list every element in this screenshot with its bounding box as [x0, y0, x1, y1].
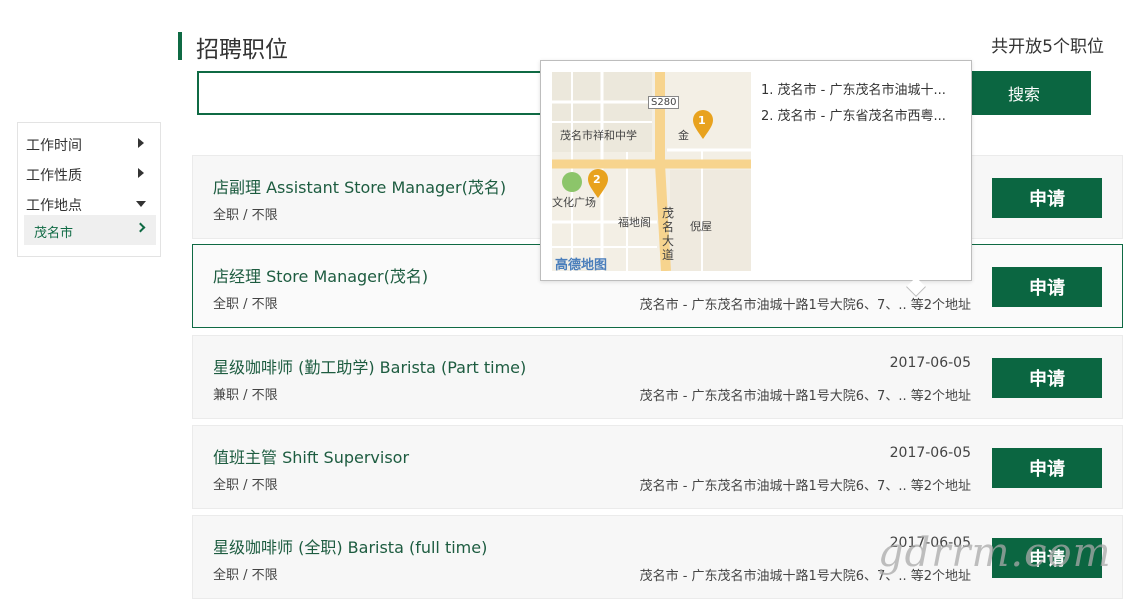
- job-title[interactable]: 店经理 Store Manager(茂名): [213, 263, 428, 287]
- filter-sidebar: 工作时间 工作性质 工作地点 茂名市: [17, 122, 161, 257]
- apply-button[interactable]: 申请: [992, 448, 1102, 488]
- filter-work-type[interactable]: 工作性质: [26, 162, 152, 186]
- filter-sub-label: 茂名市: [34, 226, 74, 241]
- map-label-jin: 金: [678, 129, 689, 142]
- job-title[interactable]: 星级咖啡师 (全职) Barista (full time): [213, 534, 487, 558]
- job-location[interactable]: 茂名市 - 广东茂名市油城十路1号大院6、7、.. 等2个地址: [640, 475, 971, 494]
- job-location[interactable]: 茂名市 - 广东茂名市油城十路1号大院6、7、.. 等2个地址: [640, 385, 971, 404]
- title-accent-bar: [178, 32, 182, 60]
- caret-right-icon: [138, 168, 144, 178]
- job-meta: 全职 / 不限: [213, 297, 278, 312]
- job-meta: 全职 / 不限: [213, 568, 278, 583]
- filter-label: 工作性质: [26, 168, 82, 184]
- page-title: 招聘职位: [196, 37, 288, 63]
- map-brand-logo: 高德地图: [555, 258, 608, 271]
- job-meta: 兼职 / 不限: [213, 388, 278, 403]
- map-label-fudige: 福地阁: [618, 216, 651, 229]
- apply-button[interactable]: 申请: [992, 178, 1102, 218]
- apply-button[interactable]: 申请: [992, 358, 1102, 398]
- job-title[interactable]: 星级咖啡师 (勤工助学) Barista (Part time): [213, 354, 526, 378]
- job-date: 2017-06-05: [889, 445, 971, 461]
- caret-down-icon: [136, 201, 146, 207]
- map-label-school: 茂名市祥和中学: [560, 129, 637, 142]
- map-marker-1-label: 1: [698, 114, 706, 127]
- job-card[interactable]: 值班主管 Shift Supervisor 全职 / 不限 2017-06-05…: [192, 425, 1123, 509]
- filter-work-location[interactable]: 工作地点: [26, 192, 152, 216]
- map-label-niwu: 倪屋: [690, 220, 712, 233]
- chevron-right-icon: [135, 222, 146, 233]
- watermark: gdrrm.com: [878, 530, 1112, 576]
- address-list: 1. 茂名市 - 广东茂名市油城十... 2. 茂名市 - 广东省茂名市西粤..…: [761, 79, 961, 131]
- map-view[interactable]: S280 茂名市祥和中学 金 文化广场 福地阁 倪屋 茂名大道 高德地图 1 2: [552, 72, 751, 271]
- address-item[interactable]: 1. 茂名市 - 广东茂名市油城十...: [761, 79, 961, 105]
- road-sign-s280: S280: [648, 96, 680, 109]
- filter-label: 工作时间: [26, 138, 82, 154]
- map-label-avenue: 茂名大道: [662, 206, 675, 262]
- address-item[interactable]: 2. 茂名市 - 广东省茂名市西粤...: [761, 105, 961, 131]
- caret-right-icon: [138, 138, 144, 148]
- job-title[interactable]: 店副理 Assistant Store Manager(茂名): [213, 174, 506, 198]
- job-title[interactable]: 值班主管 Shift Supervisor: [213, 444, 409, 468]
- job-card[interactable]: 星级咖啡师 (勤工助学) Barista (Part time) 兼职 / 不限…: [192, 335, 1123, 419]
- job-location[interactable]: 茂名市 - 广东茂名市油城十路1号大院6、7、.. 等2个地址: [640, 294, 971, 313]
- open-positions-count: 共开放5个职位: [991, 37, 1104, 57]
- search-button[interactable]: 搜索: [957, 71, 1091, 115]
- job-meta: 全职 / 不限: [213, 208, 278, 223]
- apply-button[interactable]: 申请: [992, 267, 1102, 307]
- filter-label: 工作地点: [26, 198, 82, 214]
- map-marker-2-label: 2: [593, 173, 601, 186]
- filter-location-maoming[interactable]: 茂名市: [24, 215, 156, 245]
- map-popup: S280 茂名市祥和中学 金 文化广场 福地阁 倪屋 茂名大道 高德地图 1 2…: [540, 60, 972, 281]
- job-date: 2017-06-05: [889, 355, 971, 371]
- filter-work-time[interactable]: 工作时间: [26, 132, 152, 156]
- job-meta: 全职 / 不限: [213, 478, 278, 493]
